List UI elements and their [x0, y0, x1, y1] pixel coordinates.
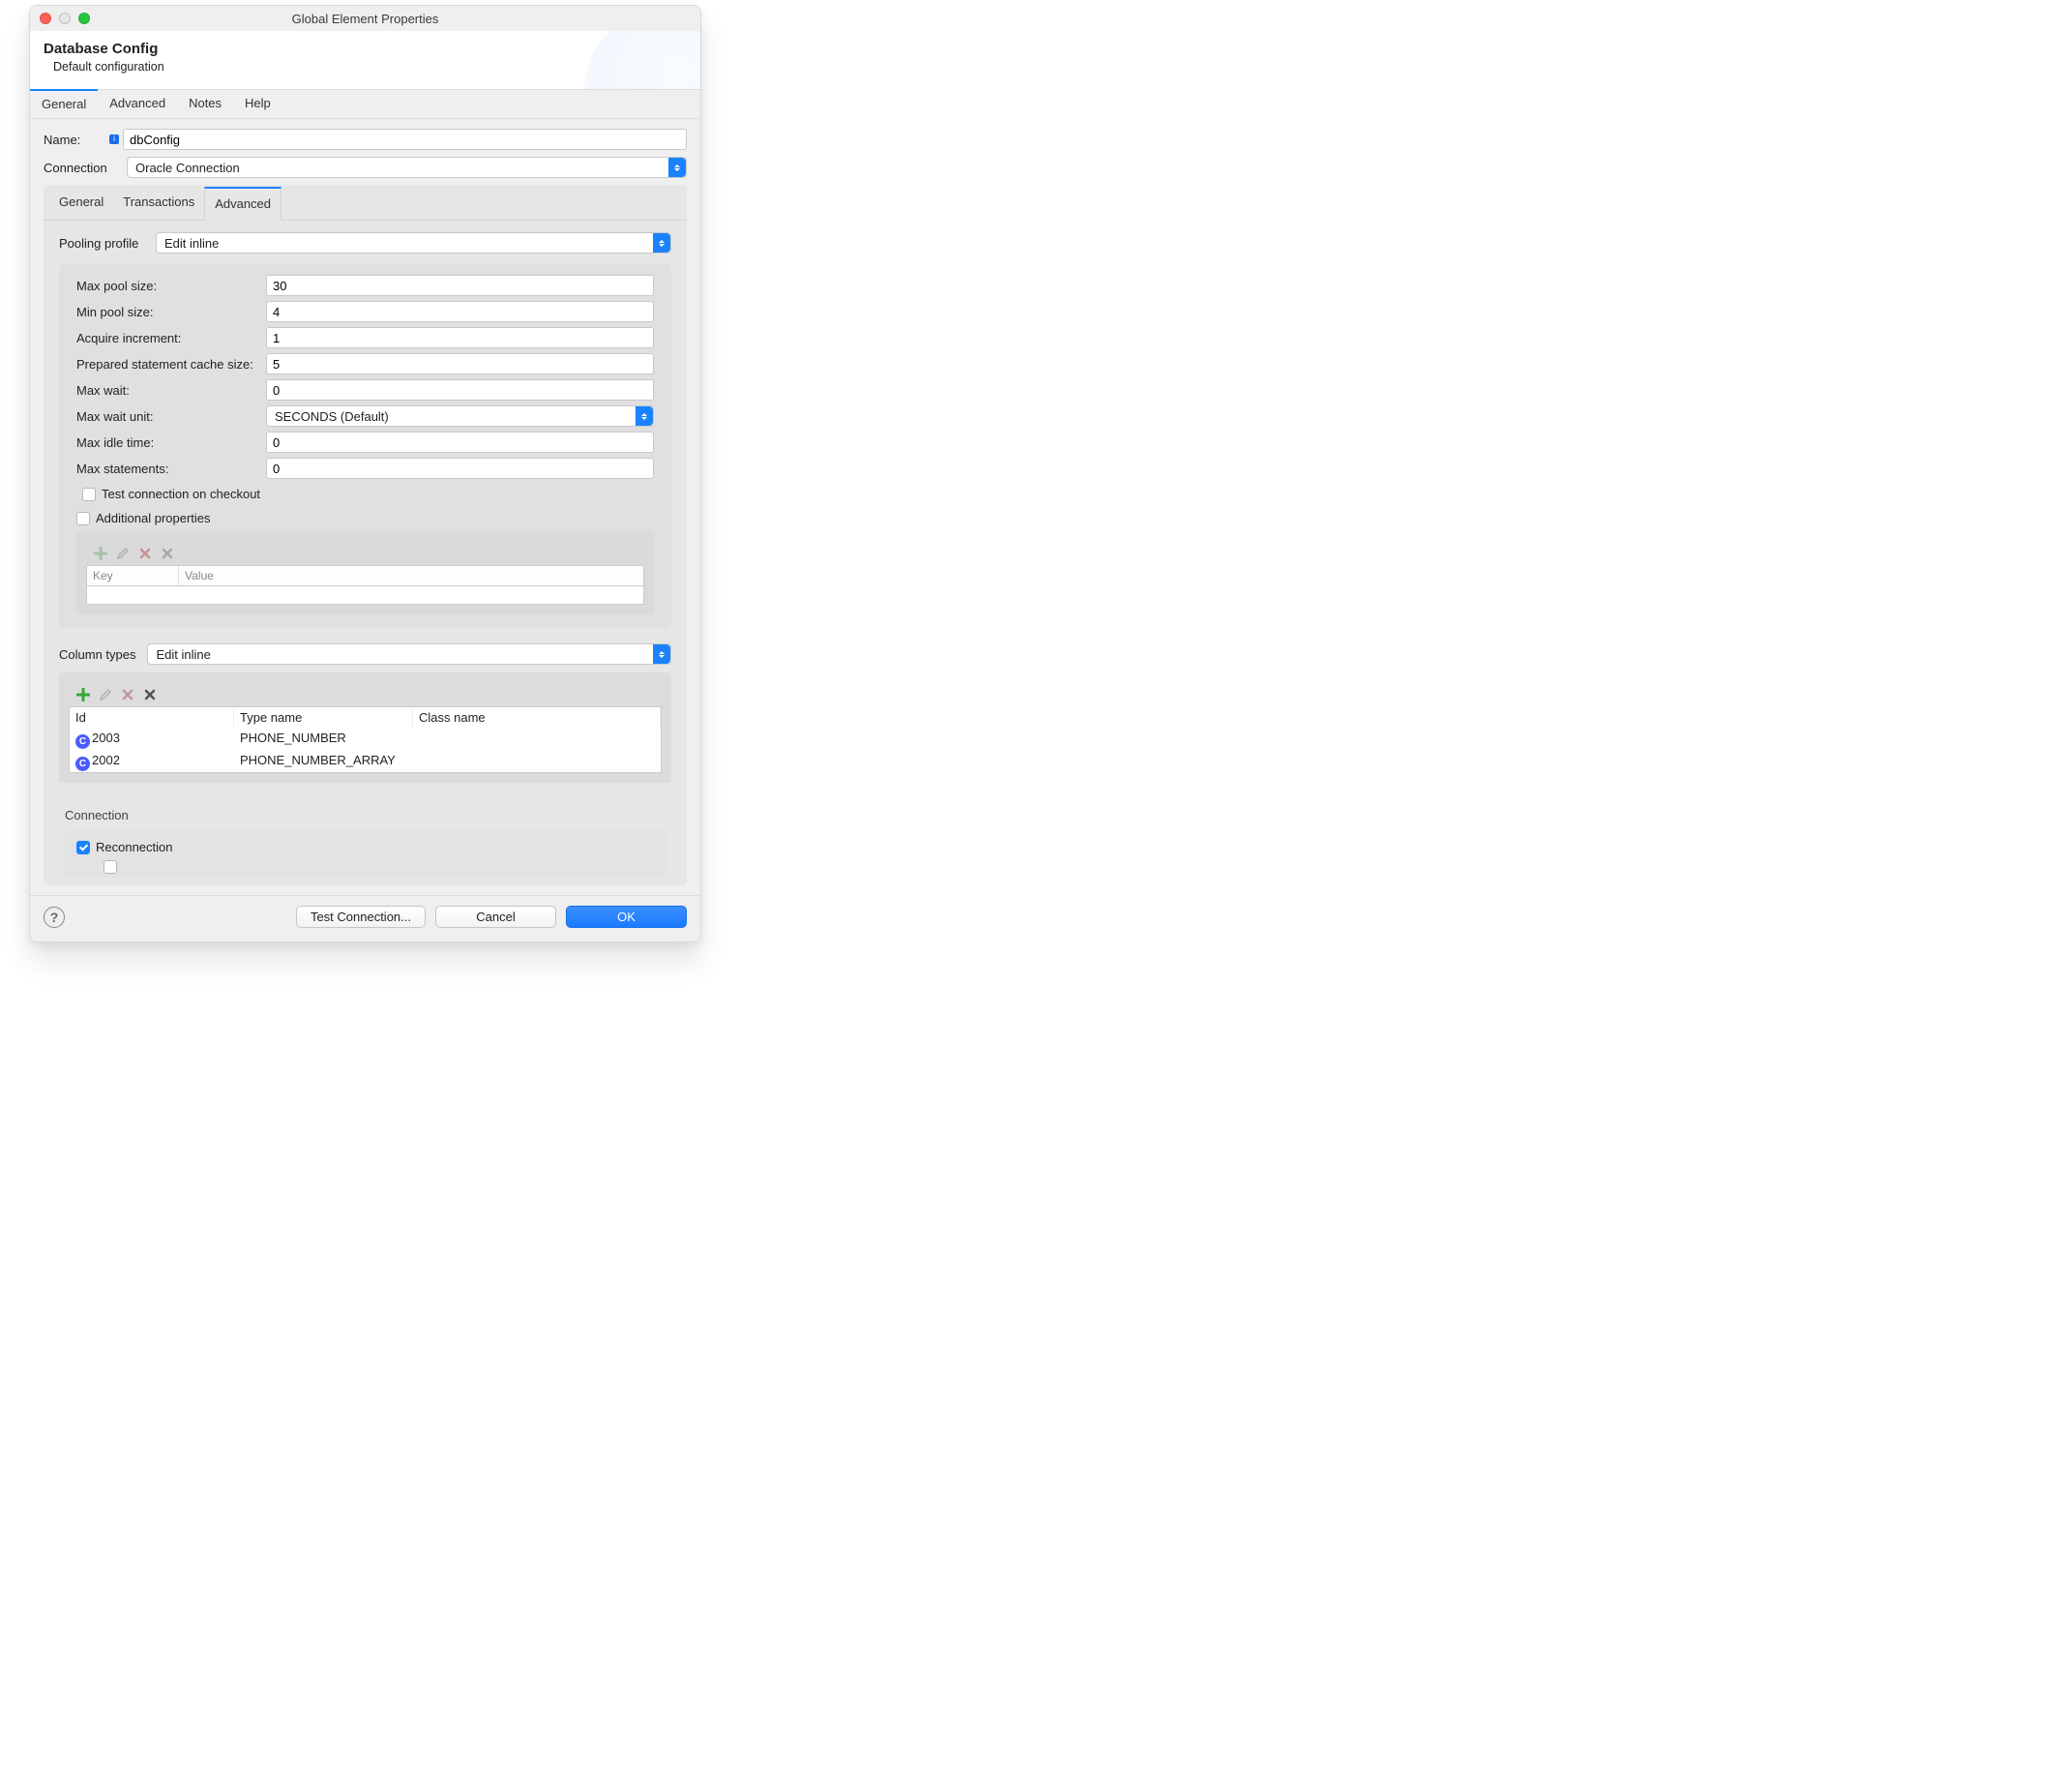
edit-icon [114, 545, 131, 561]
subtab-general[interactable]: General [49, 187, 113, 220]
cell-id: 2003 [92, 731, 120, 745]
tab-help[interactable]: Help [233, 90, 282, 118]
header: Database Config Default configuration [30, 31, 700, 89]
name-label: Name: [44, 133, 109, 147]
help-icon[interactable]: ? [44, 907, 65, 928]
header-decoration [584, 31, 700, 89]
chevron-updown-icon [653, 644, 670, 664]
column-types-table: Id Type name Class name C2003 PHONE_NUMB… [69, 706, 662, 773]
add-icon [92, 545, 108, 561]
additional-properties-box: Key Value [76, 531, 654, 614]
minimize-icon [59, 13, 71, 24]
max-wait-unit-label: Max wait unit: [76, 409, 266, 424]
cell-class [413, 750, 661, 772]
min-pool-size-input[interactable] [266, 301, 654, 322]
ps-cache-size-input[interactable] [266, 353, 654, 374]
settings-icon[interactable] [141, 686, 158, 702]
col-header-class: Class name [413, 707, 661, 728]
ok-button[interactable]: OK [566, 906, 687, 928]
acquire-increment-label: Acquire increment: [76, 331, 266, 345]
page-title: Database Config [44, 41, 687, 57]
add-icon[interactable] [74, 686, 91, 702]
item-icon: C [75, 734, 90, 749]
delete-icon [136, 545, 153, 561]
tab-general[interactable]: General [30, 89, 98, 118]
subtab-transactions[interactable]: Transactions [113, 187, 204, 220]
connection-section-title: Connection [65, 808, 671, 822]
titlebar: Global Element Properties [30, 6, 700, 31]
connection-tabs: General Transactions Advanced [44, 185, 687, 221]
name-input[interactable] [123, 129, 687, 150]
info-icon: i [109, 134, 119, 144]
cell-class [413, 728, 661, 750]
test-connection-button[interactable]: Test Connection... [296, 906, 426, 928]
table-row[interactable]: C2003 PHONE_NUMBER [70, 728, 661, 750]
column-types-value: Edit inline [156, 647, 210, 662]
pooling-profile-value: Edit inline [164, 236, 219, 251]
table-row[interactable]: C2002 PHONE_NUMBER_ARRAY [70, 750, 661, 772]
pooling-profile-label: Pooling profile [59, 236, 144, 251]
cell-type: PHONE_NUMBER_ARRAY [234, 750, 413, 772]
max-wait-input[interactable] [266, 379, 654, 401]
reconnection-box: Reconnection [63, 830, 667, 878]
additional-properties-checkbox[interactable] [76, 512, 90, 525]
kv-header-value: Value [179, 566, 220, 585]
item-icon: C [75, 757, 90, 771]
truncated-checkbox [104, 860, 117, 874]
col-header-id: Id [70, 707, 234, 728]
chevron-updown-icon [653, 233, 670, 253]
column-types-select[interactable]: Edit inline [147, 643, 671, 665]
tab-advanced[interactable]: Advanced [98, 90, 177, 118]
column-types-label: Column types [59, 647, 135, 662]
zoom-icon[interactable] [78, 13, 90, 24]
delete-icon [119, 686, 135, 702]
settings-icon [159, 545, 175, 561]
window-title: Global Element Properties [30, 12, 700, 26]
test-on-checkout-label: Test connection on checkout [102, 487, 260, 501]
chevron-updown-icon [668, 158, 686, 177]
max-pool-size-label: Max pool size: [76, 279, 266, 293]
additional-properties-label: Additional properties [96, 511, 211, 525]
ps-cache-size-label: Prepared statement cache size: [76, 357, 266, 372]
reconnection-checkbox[interactable] [76, 841, 90, 854]
max-idle-input[interactable] [266, 432, 654, 453]
kv-header-key: Key [87, 566, 179, 585]
pooling-profile-select[interactable]: Edit inline [156, 232, 671, 254]
edit-icon [97, 686, 113, 702]
max-wait-unit-value: SECONDS (Default) [275, 409, 389, 424]
column-types-box: Id Type name Class name C2003 PHONE_NUMB… [59, 672, 671, 783]
max-wait-unit-select[interactable]: SECONDS (Default) [266, 405, 654, 427]
cancel-button[interactable]: Cancel [435, 906, 556, 928]
kv-body[interactable] [86, 585, 644, 605]
reconnection-label: Reconnection [96, 840, 173, 854]
connection-value: Oracle Connection [135, 161, 240, 175]
max-pool-size-input[interactable] [266, 275, 654, 296]
close-icon[interactable] [40, 13, 51, 24]
cell-type: PHONE_NUMBER [234, 728, 413, 750]
tab-notes[interactable]: Notes [177, 90, 233, 118]
col-header-type: Type name [234, 707, 413, 728]
connection-label: Connection [44, 161, 127, 175]
max-wait-label: Max wait: [76, 383, 266, 398]
kv-header: Key Value [86, 565, 644, 585]
truncated-content [76, 860, 654, 876]
connection-select[interactable]: Oracle Connection [127, 157, 687, 178]
main-tabs: General Advanced Notes Help [30, 89, 700, 119]
acquire-increment-input[interactable] [266, 327, 654, 348]
footer: ? Test Connection... Cancel OK [30, 895, 700, 941]
chevron-updown-icon [636, 406, 653, 426]
max-idle-label: Max idle time: [76, 435, 266, 450]
min-pool-size-label: Min pool size: [76, 305, 266, 319]
pooling-box: Max pool size: Min pool size: Acquire in… [59, 263, 671, 628]
cell-id: 2002 [92, 753, 120, 767]
subtab-advanced[interactable]: Advanced [204, 187, 281, 221]
max-statements-input[interactable] [266, 458, 654, 479]
test-on-checkout-checkbox[interactable] [82, 488, 96, 501]
dialog-window: Global Element Properties Database Confi… [29, 5, 701, 942]
max-statements-label: Max statements: [76, 462, 266, 476]
connection-panel: General Transactions Advanced Pooling pr… [44, 185, 687, 885]
